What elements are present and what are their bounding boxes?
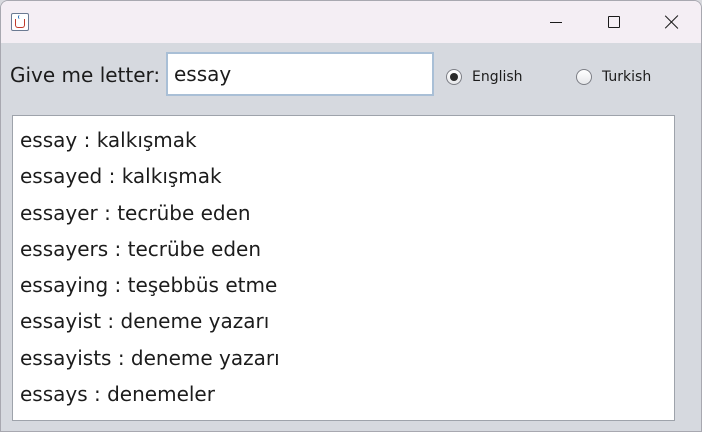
list-item[interactable]: essaying : teşebbüs etme [20,267,674,303]
letter-label: Give me letter: [10,63,161,87]
radio-english[interactable]: English [446,67,523,87]
close-icon [665,15,679,29]
minimize-icon [550,22,562,23]
letter-input[interactable] [166,52,434,96]
list-item[interactable]: essays : denemeler [20,376,674,412]
radio-english-label: English [472,69,523,85]
list-item[interactable]: essayed : kalkışmak [20,158,674,194]
list-item[interactable]: essayist : deneme yazarı [20,303,674,339]
radio-turkish[interactable]: Turkish [576,67,651,87]
list-item[interactable]: essayists : deneme yazarı [20,340,674,376]
results-list[interactable]: essay : kalkışmak essayed : kalkışmak es… [12,115,675,421]
minimize-button[interactable] [527,1,585,43]
list-item[interactable]: essayer : tecrübe eden [20,195,674,231]
radio-button-unchecked[interactable] [576,69,592,85]
main-panel: Give me letter: English Turkish essay : … [1,43,701,431]
radio-turkish-label: Turkish [602,69,652,85]
maximize-button[interactable] [585,1,643,43]
radio-button-checked[interactable] [446,69,462,85]
list-item[interactable]: essay : kalkışmak [20,122,674,158]
title-bar[interactable] [1,1,701,43]
app-window: Give me letter: English Turkish essay : … [0,0,702,432]
maximize-icon [608,16,620,28]
java-coffee-icon[interactable] [11,13,29,31]
close-button[interactable] [643,1,701,43]
list-item[interactable]: essayers : tecrübe eden [20,231,674,267]
